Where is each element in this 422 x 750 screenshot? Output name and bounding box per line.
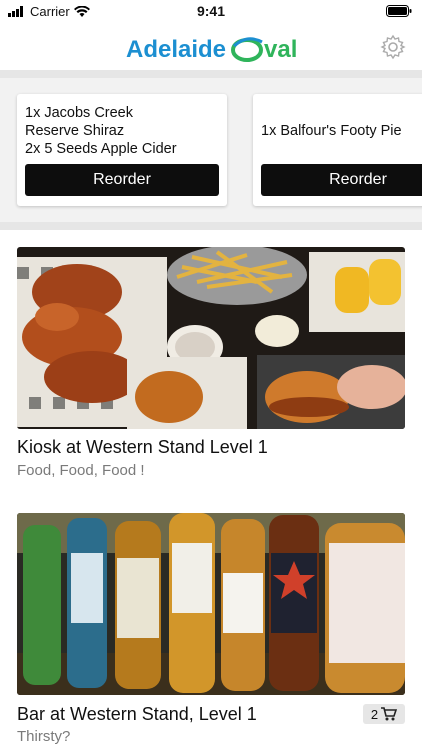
gear-icon[interactable] [380, 34, 406, 60]
reorder-button[interactable]: Reorder [25, 164, 219, 196]
order-card[interactable]: 1x Balfour's Footy Pie Reorder [253, 94, 422, 206]
status-time: 9:41 [196, 3, 226, 19]
order-item: 1x Jacobs Creek [25, 105, 133, 121]
status-bar: Carrier 9:41 [0, 0, 422, 22]
logo-word-val: val [264, 36, 298, 63]
venue-name[interactable]: Bar at Western Stand, Level 1 [17, 704, 257, 725]
reorder-button[interactable]: Reorder [261, 164, 422, 196]
divider [0, 70, 422, 78]
venue-subtitle: Thirsty? [17, 728, 71, 745]
order-items: 1x Jacobs Creek Reserve Shiraz 2x 5 Seed… [25, 104, 219, 158]
app-header: Adelaide val [0, 22, 422, 70]
order-item: 1x Balfour's Footy Pie [261, 123, 402, 139]
recent-orders-carousel[interactable]: 1x Jacobs Creek Reserve Shiraz 2x 5 Seed… [0, 78, 422, 222]
kiosk-food-photo[interactable] [17, 247, 405, 429]
order-items: 1x Balfour's Footy Pie [261, 122, 422, 140]
cart-count: 2 [370, 706, 379, 722]
cart-icon [381, 707, 398, 721]
battery-icon [386, 5, 412, 17]
venue-subtitle: Food, Food, Food ! [17, 462, 145, 479]
divider [0, 222, 422, 230]
order-item: Reserve Shiraz [25, 123, 125, 139]
logo-oval-icon [230, 34, 264, 64]
venue-name[interactable]: Kiosk at Western Stand Level 1 [17, 437, 268, 458]
cart-badge[interactable]: 2 [363, 704, 405, 724]
adelaide-oval-logo: Adelaide val [126, 28, 297, 64]
logo-word-adelaide: Adelaide [126, 36, 227, 63]
bar-beer-photo[interactable] [17, 513, 405, 695]
order-card[interactable]: 1x Jacobs Creek Reserve Shiraz 2x 5 Seed… [17, 94, 227, 206]
order-item: 2x 5 Seeds Apple Cider [25, 141, 177, 157]
